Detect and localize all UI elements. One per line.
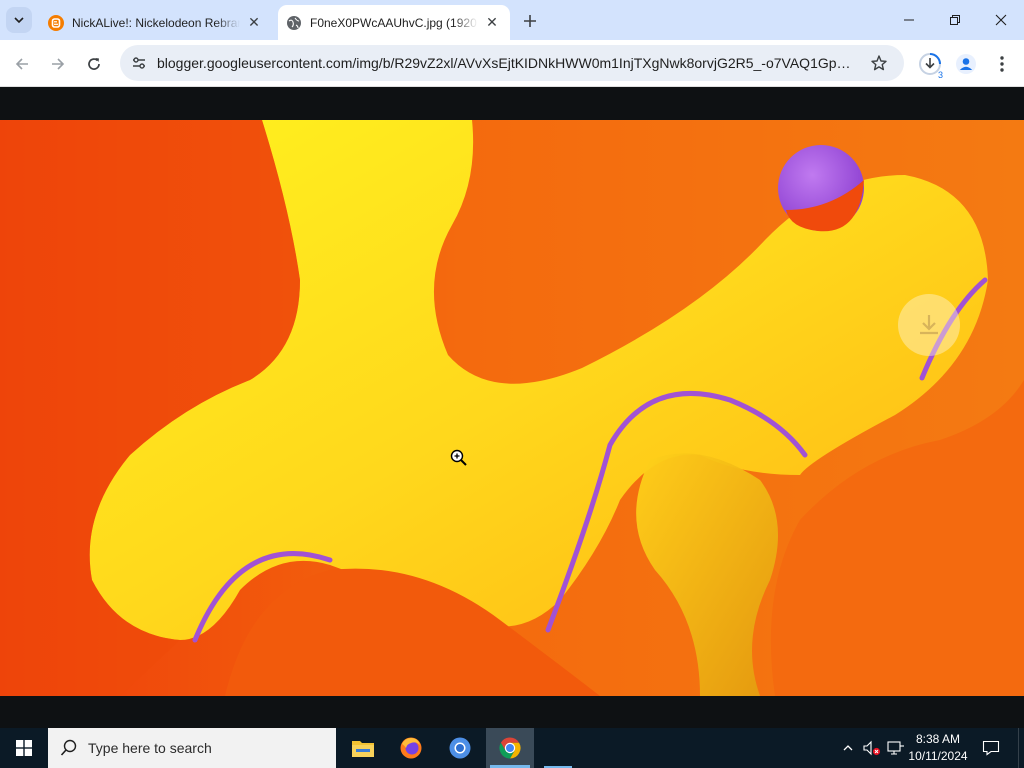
close-window-button[interactable] [978, 0, 1024, 40]
taskbar-chromium[interactable] [436, 728, 484, 768]
windows-taskbar: Type here to search 8:38 AM 10/11/2024 [0, 728, 1024, 768]
zoom-in-cursor-icon [450, 449, 467, 466]
system-clock[interactable]: 8:38 AM 10/11/2024 [900, 731, 976, 765]
back-button[interactable] [8, 50, 36, 78]
restore-button[interactable] [932, 0, 978, 40]
tab-title: F0neX0PWcAAUhvC.jpg (1920×1080) [310, 15, 478, 30]
folder-icon [352, 741, 374, 757]
taskbar-search[interactable]: Type here to search [48, 728, 336, 768]
profile-button[interactable] [952, 50, 980, 78]
star-icon [871, 55, 887, 71]
close-icon[interactable]: ✕ [482, 13, 502, 33]
volume-button[interactable] [862, 738, 882, 758]
action-center-button[interactable] [980, 738, 1002, 758]
firefox-icon [400, 737, 422, 759]
chrome-icon [499, 737, 521, 759]
tab-strip: NickALive!: Nickelodeon Rebrand ✕ F0neX0… [0, 0, 1024, 40]
nickelodeon-splat-artwork [0, 120, 1024, 696]
wallpaper-image[interactable] [0, 120, 1024, 696]
close-icon [995, 14, 1007, 26]
profile-icon [956, 54, 976, 74]
show-desktop-button[interactable] [1018, 728, 1024, 768]
arrow-left-icon [15, 58, 28, 70]
taskbar-chrome[interactable] [486, 728, 534, 768]
globe-icon [287, 15, 301, 30]
search-placeholder: Type here to search [88, 740, 212, 756]
tune-icon [133, 57, 145, 69]
restore-icon [950, 15, 960, 25]
minimize-icon [904, 19, 914, 21]
show-hidden-icons-button[interactable] [838, 738, 858, 758]
start-button[interactable] [0, 728, 48, 768]
tab-search-button[interactable] [6, 7, 32, 33]
tab-nickalive[interactable]: NickALive!: Nickelodeon Rebrand ✕ [40, 5, 272, 40]
blogger-icon [48, 14, 64, 31]
image-download-button[interactable] [898, 294, 960, 356]
chevron-down-icon [14, 17, 24, 24]
tab-title: NickALive!: Nickelodeon Rebrand [72, 15, 240, 30]
menu-button[interactable] [988, 50, 1016, 78]
close-icon[interactable]: ✕ [244, 13, 264, 33]
site-info-button[interactable] [128, 52, 150, 74]
page-viewport [0, 87, 1024, 728]
arrow-right-icon [52, 58, 65, 70]
reload-button[interactable] [80, 50, 108, 78]
clock-time: 8:38 AM [915, 732, 961, 746]
bookmark-button[interactable] [868, 52, 890, 74]
taskbar-firefox[interactable] [387, 728, 435, 768]
chevron-up-icon [843, 745, 853, 751]
taskbar-open-window-indicator[interactable] [536, 728, 580, 768]
new-tab-button[interactable] [518, 9, 542, 33]
volume-muted-icon [863, 740, 881, 756]
tab-image[interactable]: F0neX0PWcAAUhvC.jpg (1920×1080) ✕ [278, 5, 510, 40]
reload-icon [88, 58, 100, 70]
address-bar[interactable]: blogger.googleusercontent.com/img/b/R29v… [120, 45, 904, 81]
search-icon [60, 739, 77, 756]
windows-logo-icon [16, 740, 32, 756]
notification-icon [982, 740, 1000, 756]
chromium-icon [449, 737, 471, 759]
clock-date: 10/11/2024 [908, 749, 968, 763]
more-vert-icon [1000, 56, 1004, 72]
url-text[interactable]: blogger.googleusercontent.com/img/b/R29v… [157, 55, 857, 71]
taskbar-file-explorer[interactable] [339, 728, 387, 768]
minimize-button[interactable] [886, 0, 932, 40]
downloads-button[interactable]: 3 [916, 50, 944, 80]
forward-button[interactable] [44, 50, 72, 78]
browser-toolbar: blogger.googleusercontent.com/img/b/R29v… [0, 40, 1024, 87]
download-icon [920, 315, 938, 335]
plus-icon [524, 15, 536, 27]
downloads-count-badge: 3 [937, 70, 943, 80]
